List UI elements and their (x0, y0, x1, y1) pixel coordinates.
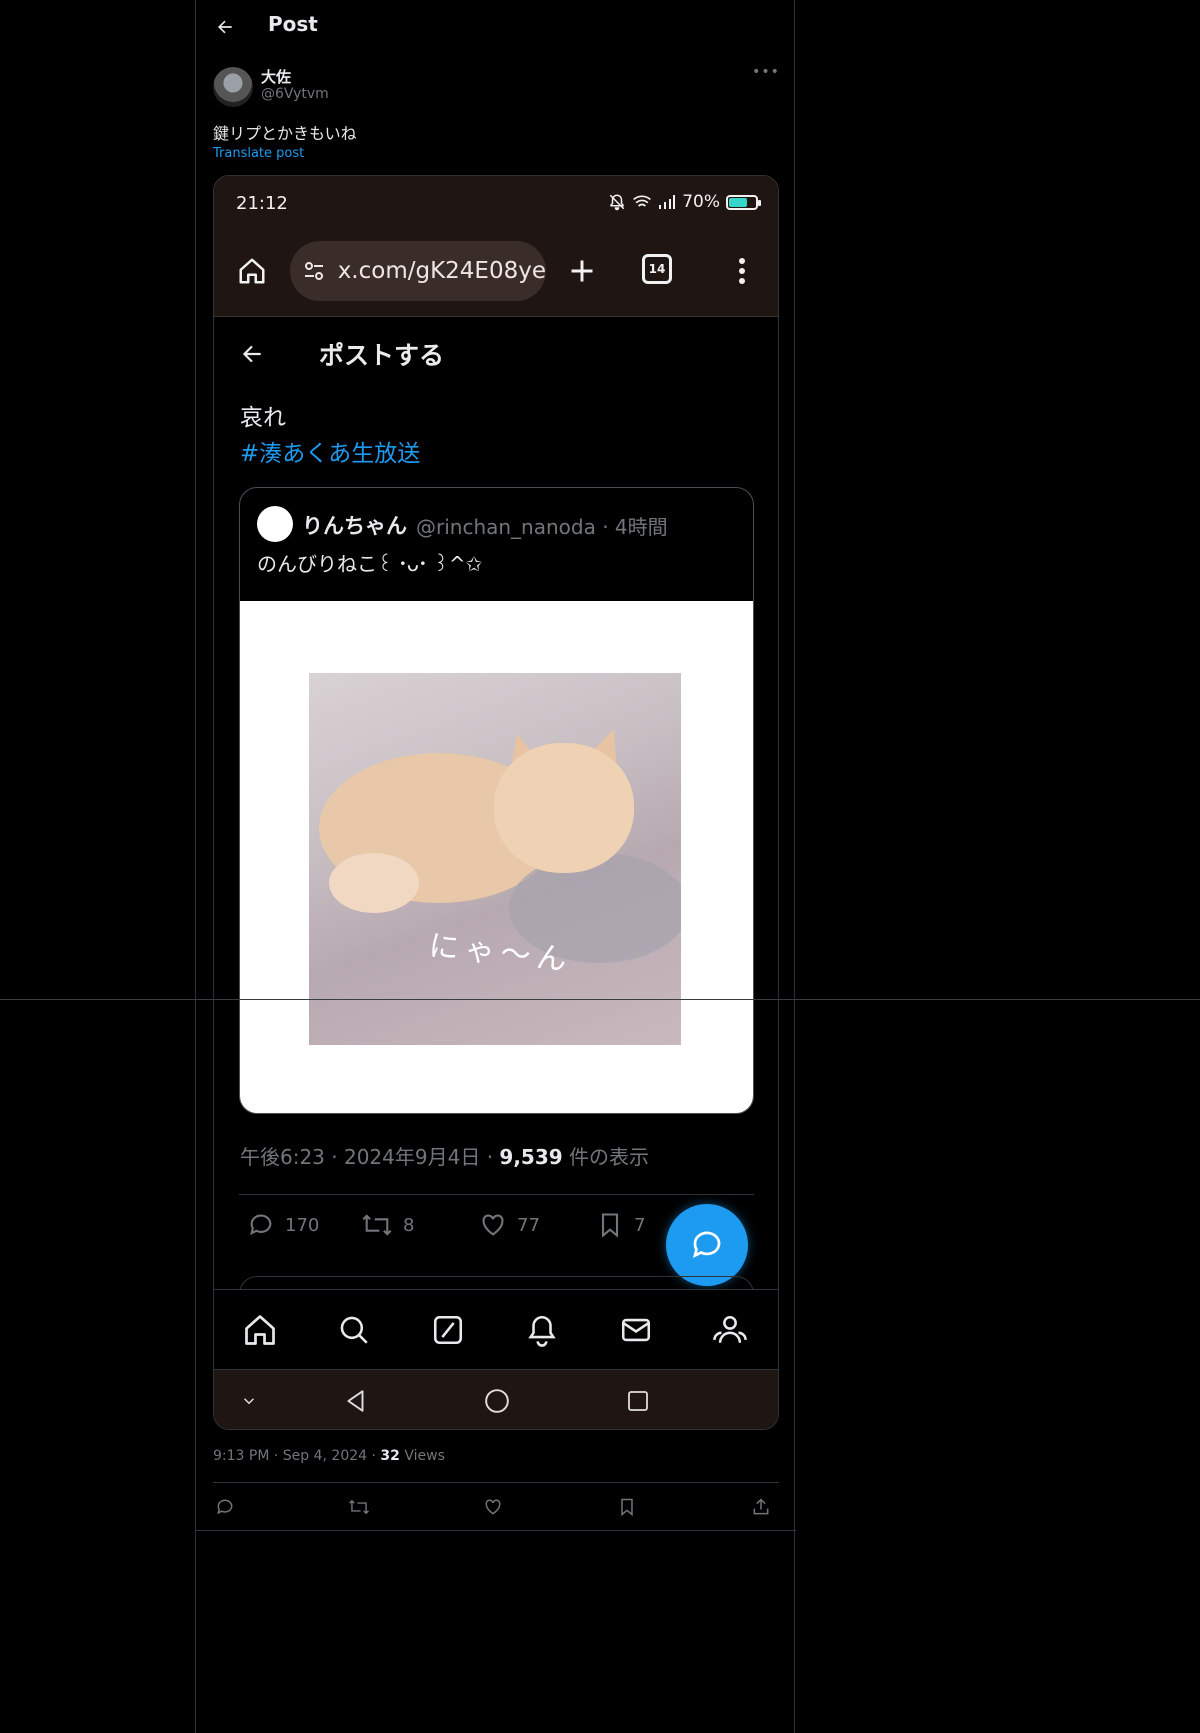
screen-divider-line (0, 999, 1200, 1000)
inner-reply-action: 170 (247, 1211, 319, 1239)
quote-media: にゃ～ん (240, 601, 753, 1113)
browser-toolbar: x.com/gK24E08ye 14 (214, 236, 778, 306)
more-options-icon[interactable]: ••• (751, 62, 781, 82)
new-tab-icon[interactable] (562, 251, 602, 291)
inner-views-label: 件の表示 (562, 1145, 650, 1169)
inner-page-title: ポストする (319, 341, 445, 370)
site-settings-icon[interactable] (300, 257, 328, 285)
cat-photo: にゃ～ん (309, 673, 681, 1045)
nav-home-icon (240, 1310, 280, 1350)
post-time[interactable]: 9:13 PM (213, 1448, 269, 1464)
translate-post-link[interactable]: Translate post (213, 146, 304, 161)
post-text: 鍵リプとかきもいね (213, 124, 357, 143)
system-recents-icon (623, 1386, 653, 1416)
nav-notifications-icon (522, 1310, 562, 1350)
reply-icon[interactable] (213, 1495, 237, 1519)
inner-repost-count: 8 (403, 1214, 415, 1236)
chevron-down-icon (234, 1386, 264, 1416)
divider (213, 1482, 779, 1483)
back-arrow-icon[interactable] (210, 12, 240, 42)
system-back-icon (341, 1386, 371, 1416)
compose-fab-icon (666, 1204, 748, 1286)
inner-like-action: 77 (479, 1211, 540, 1239)
signal-icon (658, 194, 676, 210)
divider (196, 1530, 796, 1531)
inner-bookmark-count: 7 (634, 1214, 646, 1236)
inner-post-time: 午後6:23 · 2024年9月4日 · (240, 1145, 500, 1169)
nav-communities-icon (710, 1310, 750, 1350)
divider (239, 1194, 754, 1195)
bookmark-icon[interactable] (615, 1495, 639, 1519)
tab-count[interactable]: 14 (642, 254, 672, 284)
post-media-screenshot[interactable]: 21:12 70% x.com/gK24E08ye 14 ポストする 哀れ #湊… (213, 175, 779, 1430)
phone-browser-chrome: 21:12 70% x.com/gK24E08ye 14 (214, 176, 778, 316)
repost-icon[interactable] (347, 1495, 371, 1519)
views-count: 32 (380, 1448, 400, 1464)
inner-like-count: 77 (517, 1214, 540, 1236)
nav-grok-icon (428, 1310, 468, 1350)
inner-post-text: 哀れ (240, 405, 286, 431)
divider (214, 316, 778, 317)
author-name[interactable]: 大佐 (261, 66, 291, 87)
bell-off-icon (608, 193, 626, 211)
inner-repost-action: 8 (361, 1211, 414, 1239)
post-meta: 9:13 PM · Sep 4, 2024 · 32 Views (213, 1448, 445, 1464)
inner-views-count: 9,539 (499, 1145, 563, 1169)
url-text: x.com/gK24E08ye (337, 258, 546, 284)
status-icons: 70% (608, 192, 761, 212)
quote-avatar (257, 506, 293, 542)
views-label: Views (404, 1448, 445, 1464)
app-bottom-nav (214, 1289, 778, 1369)
quote-author-name: りんちゃん (302, 514, 407, 538)
share-icon[interactable] (749, 1495, 773, 1519)
post-header: Post (196, 0, 796, 53)
address-bar[interactable]: x.com/gK24E08ye (290, 241, 546, 301)
inner-bookmark-action: 7 (596, 1211, 645, 1239)
system-home-icon (482, 1386, 512, 1416)
nav-messages-icon (616, 1310, 656, 1350)
battery-percent: 70% (682, 192, 720, 212)
post-date[interactable]: Sep 4, 2024 (283, 1448, 367, 1464)
post-action-bar (196, 1495, 796, 1525)
inner-hashtag: #湊あくあ生放送 (240, 441, 421, 467)
author-handle[interactable]: @6Vytvm (261, 86, 329, 102)
inner-reply-count: 170 (285, 1214, 320, 1236)
page-title: Post (268, 12, 318, 36)
battery-icon (726, 194, 761, 210)
status-time: 21:12 (236, 193, 288, 214)
wifi-icon (632, 194, 652, 210)
home-icon[interactable] (234, 253, 270, 289)
quote-text: のんびりねこ꒰ ･ᴗ･ ꒱^✩ (257, 552, 483, 576)
like-icon[interactable] (481, 1495, 505, 1519)
avatar[interactable] (213, 67, 253, 107)
quoted-post: りんちゃん @rinchan_nanoda · 4時間 のんびりねこ꒰ ･ᴗ･ … (239, 487, 754, 1114)
quote-meta: @rinchan_nanoda · 4時間 (416, 515, 668, 539)
nav-search-icon (334, 1310, 374, 1350)
browser-menu-icon[interactable] (732, 251, 752, 291)
post-column: Post 大佐 @6Vytvm ••• 鍵リプとかきもいね Translate … (195, 0, 796, 1733)
inner-back-arrow-icon (234, 336, 270, 372)
android-system-nav (214, 1369, 778, 1429)
inner-post-meta: 午後6:23 · 2024年9月4日 · 9,539 件の表示 (240, 1141, 649, 1170)
